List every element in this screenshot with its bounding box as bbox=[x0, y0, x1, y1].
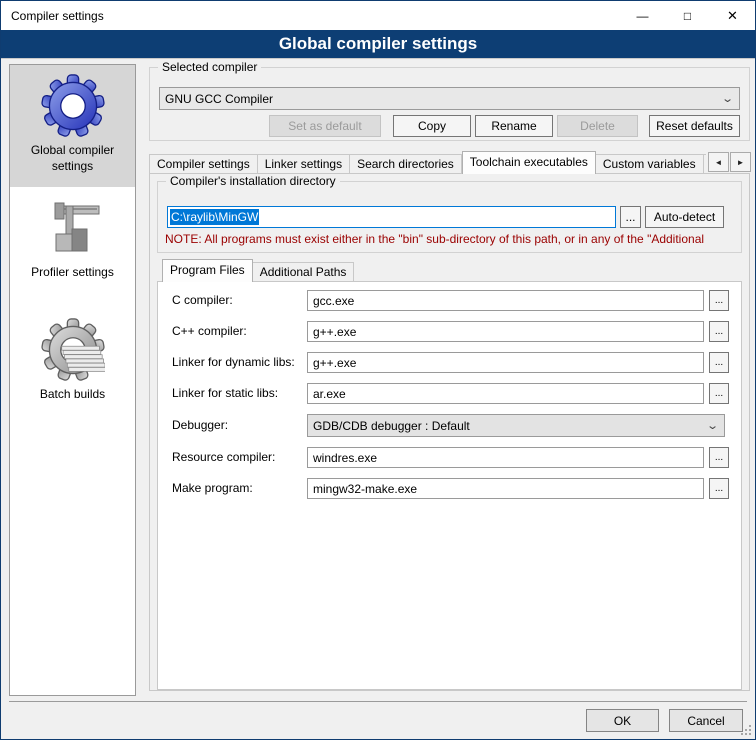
minimize-button[interactable]: — bbox=[620, 1, 665, 30]
chevron-down-icon: ⌄ bbox=[721, 92, 734, 105]
program-files-tabstrip: Program Files Additional Paths bbox=[162, 259, 354, 282]
debugger-select-value: GDB/CDB debugger : Default bbox=[313, 419, 470, 433]
set-as-default-button[interactable]: Set as default bbox=[269, 115, 381, 137]
make-program-browse-button[interactable]: ... bbox=[709, 478, 729, 499]
tab-compiler-settings[interactable]: Compiler settings bbox=[149, 154, 258, 174]
linker-static-input[interactable]: ar.exe bbox=[307, 383, 704, 404]
tab-program-files[interactable]: Program Files bbox=[162, 259, 253, 282]
compiler-select-value: GNU GCC Compiler bbox=[165, 92, 273, 106]
debugger-label: Debugger: bbox=[172, 418, 228, 432]
linker-static-label: Linker for static libs: bbox=[172, 386, 278, 400]
page-title: Global compiler settings bbox=[1, 30, 755, 59]
copy-button[interactable]: Copy bbox=[393, 115, 471, 137]
make-program-label: Make program: bbox=[172, 481, 253, 495]
caption-buttons: — □ ✕ bbox=[620, 1, 755, 30]
installation-directory-input[interactable]: C:\raylib\MinGW bbox=[167, 206, 616, 228]
tab-toolchain-executables[interactable]: Toolchain executables bbox=[462, 151, 596, 174]
linker-static-browse-button[interactable]: ... bbox=[709, 383, 729, 404]
compiler-select[interactable]: GNU GCC Compiler ⌄ bbox=[159, 87, 740, 110]
browse-directory-button[interactable]: ... bbox=[620, 206, 641, 228]
tab-linker-settings[interactable]: Linker settings bbox=[258, 154, 350, 174]
linker-dynamic-input[interactable]: g++.exe bbox=[307, 352, 704, 373]
linker-dynamic-label: Linker for dynamic libs: bbox=[172, 355, 295, 369]
sidebar-item-label: Batch builds bbox=[21, 387, 125, 403]
caliper-icon bbox=[41, 196, 105, 260]
settings-sidebar: Global compiler settings Profiler settin… bbox=[9, 64, 136, 696]
sidebar-item-global-compiler-settings[interactable]: Global compiler settings bbox=[10, 65, 135, 187]
maximize-button[interactable]: □ bbox=[665, 1, 710, 30]
close-button[interactable]: ✕ bbox=[710, 1, 755, 30]
resize-grip[interactable] bbox=[749, 733, 751, 735]
footer-divider bbox=[9, 701, 747, 702]
tab-scroll-right-button[interactable]: ► bbox=[730, 152, 751, 172]
arrow-left-icon: ◄ bbox=[715, 158, 723, 167]
auto-detect-button[interactable]: Auto-detect bbox=[645, 206, 724, 228]
cancel-button[interactable]: Cancel bbox=[669, 709, 743, 732]
resource-compiler-input[interactable]: windres.exe bbox=[307, 447, 704, 468]
chevron-down-icon: ⌄ bbox=[706, 419, 719, 432]
rename-button[interactable]: Rename bbox=[475, 115, 553, 137]
linker-dynamic-browse-button[interactable]: ... bbox=[709, 352, 729, 373]
c-compiler-input[interactable]: gcc.exe bbox=[307, 290, 704, 311]
cpp-compiler-input[interactable]: g++.exe bbox=[307, 321, 704, 342]
resource-compiler-browse-button[interactable]: ... bbox=[709, 447, 729, 468]
gear-icon bbox=[41, 74, 105, 138]
sidebar-item-label: Global compiler settings bbox=[21, 143, 125, 174]
settings-tabstrip: Compiler settings Linker settings Search… bbox=[149, 151, 706, 174]
window-title: Compiler settings bbox=[1, 9, 104, 23]
arrow-right-icon: ► bbox=[737, 158, 745, 167]
tab-scroll-left-button[interactable]: ◄ bbox=[708, 152, 729, 172]
cpp-compiler-browse-button[interactable]: ... bbox=[709, 321, 729, 342]
debugger-select[interactable]: GDB/CDB debugger : Default ⌄ bbox=[307, 414, 725, 437]
cpp-compiler-label: C++ compiler: bbox=[172, 324, 247, 338]
group-legend: Selected compiler bbox=[158, 60, 261, 74]
selected-text: C:\raylib\MinGW bbox=[170, 209, 259, 225]
sidebar-item-label: Profiler settings bbox=[21, 265, 125, 281]
program-files-page: C compiler: gcc.exe ... C++ compiler: g+… bbox=[157, 281, 742, 690]
resource-compiler-label: Resource compiler: bbox=[172, 450, 275, 464]
tab-additional-paths[interactable]: Additional Paths bbox=[253, 262, 355, 282]
compiler-settings-dialog: Compiler settings — □ ✕ Global compiler … bbox=[0, 0, 756, 740]
sidebar-item-batch-builds[interactable]: Batch builds bbox=[10, 309, 135, 431]
c-compiler-browse-button[interactable]: ... bbox=[709, 290, 729, 311]
minimize-icon: — bbox=[637, 9, 649, 23]
delete-button[interactable]: Delete bbox=[557, 115, 638, 137]
maximize-icon: □ bbox=[684, 9, 691, 23]
tab-custom-variables[interactable]: Custom variables bbox=[596, 154, 704, 174]
batch-builds-icon bbox=[41, 318, 105, 382]
reset-defaults-button[interactable]: Reset defaults bbox=[649, 115, 740, 137]
sidebar-item-profiler-settings[interactable]: Profiler settings bbox=[10, 187, 135, 309]
tab-search-directories[interactable]: Search directories bbox=[350, 154, 462, 174]
make-program-input[interactable]: mingw32-make.exe bbox=[307, 478, 704, 499]
ok-button[interactable]: OK bbox=[586, 709, 659, 732]
c-compiler-label: C compiler: bbox=[172, 293, 233, 307]
note-text: NOTE: All programs must exist either in … bbox=[165, 232, 742, 246]
tab-build-options[interactable]: Build options bbox=[704, 154, 706, 174]
close-icon: ✕ bbox=[727, 8, 738, 24]
title-bar[interactable]: Compiler settings — □ ✕ bbox=[1, 1, 755, 30]
group-legend: Compiler's installation directory bbox=[166, 174, 340, 188]
